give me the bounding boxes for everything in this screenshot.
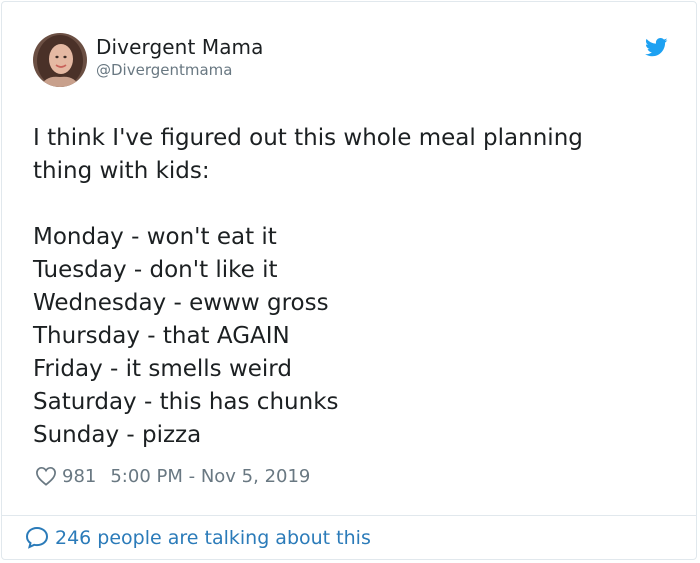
heart-icon[interactable] [35,466,57,486]
day-line-monday: Monday - won't eat it [33,224,277,250]
timestamp-link[interactable]: 5:00 PM - Nov 5, 2019 [110,466,310,487]
tweet-card: Divergent Mama @Divergentmama I think I'… [1,1,697,560]
twitter-bird-icon[interactable] [645,38,668,57]
speech-bubble-icon [25,526,49,549]
tweet-line: thing with kids: [33,158,210,184]
day-line-sunday: Sunday - pizza [33,422,202,448]
like-count[interactable]: 981 [62,466,96,487]
divider [2,515,696,516]
author-handle[interactable]: @Divergentmama [96,61,232,79]
tweet-meta: 981 5:00 PM - Nov 5, 2019 [35,464,310,488]
day-line-tuesday: Tuesday - don't like it [33,257,278,283]
conversation-link[interactable]: 246 people are talking about this [25,526,371,549]
tweet-text: I think I've figured out this whole meal… [33,122,673,452]
avatar[interactable] [33,33,87,87]
day-line-saturday: Saturday - this has chunks [33,389,339,415]
day-line-wednesday: Wednesday - ewww gross [33,290,329,316]
talking-label: 246 people are talking about this [55,526,371,549]
tweet-line: I think I've figured out this whole meal… [33,125,583,151]
day-line-thursday: Thursday - that AGAIN [33,323,290,349]
author-name[interactable]: Divergent Mama [96,35,264,59]
day-line-friday: Friday - it smells weird [33,356,292,382]
